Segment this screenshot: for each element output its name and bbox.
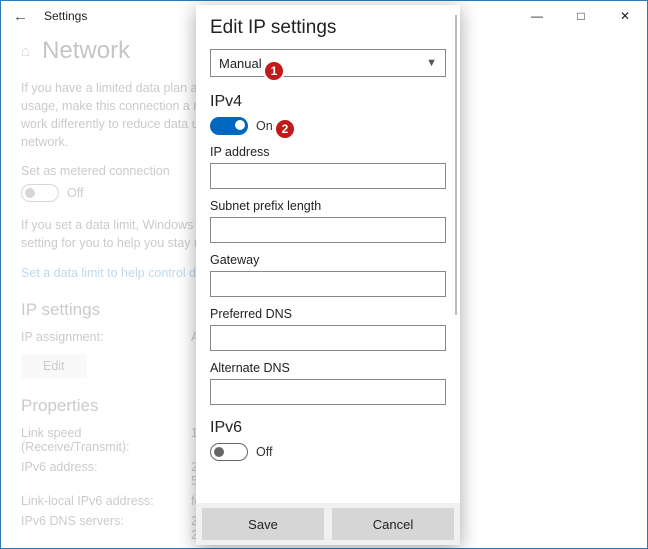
ip-mode-select[interactable]: Manual ▼ [210,49,446,77]
ipv6-toggle[interactable] [210,443,248,461]
preferred-dns-label: Preferred DNS [210,307,446,321]
chevron-down-icon: ▼ [426,57,437,69]
ip-address-input[interactable] [210,163,446,189]
cancel-button[interactable]: Cancel [332,508,454,540]
preferred-dns-input[interactable] [210,325,446,351]
ipv4-state: On [256,119,273,133]
app-title: Settings [44,9,87,23]
dialog-scrollbar[interactable] [455,15,457,315]
gateway-input[interactable] [210,271,446,297]
maximize-button[interactable]: □ [559,1,603,31]
ip-mode-value: Manual [219,56,262,71]
ipv4-toggle[interactable] [210,117,248,135]
dialog-title: Edit IP settings [210,17,446,39]
settings-window: ← Settings ― □ ✕ ⌂ Network If you have a… [0,0,648,549]
window-controls: ― □ ✕ [515,1,647,31]
ipv6-state: Off [256,445,272,459]
callout-2: 2 [274,118,296,140]
gateway-label: Gateway [210,253,446,267]
alternate-dns-label: Alternate DNS [210,361,446,375]
edit-ip-dialog: Edit IP settings Manual ▼ IPv4 On IP add… [196,5,460,545]
minimize-button[interactable]: ― [515,1,559,31]
subnet-label: Subnet prefix length [210,199,446,213]
close-button[interactable]: ✕ [603,1,647,31]
subnet-input[interactable] [210,217,446,243]
back-icon[interactable]: ← [7,8,34,25]
ipv4-heading: IPv4 [210,93,446,111]
ip-address-label: IP address [210,145,446,159]
dialog-actions: Save Cancel [196,503,460,545]
ipv6-heading: IPv6 [210,419,446,437]
callout-1: 1 [263,60,285,82]
save-button[interactable]: Save [202,508,324,540]
alternate-dns-input[interactable] [210,379,446,405]
